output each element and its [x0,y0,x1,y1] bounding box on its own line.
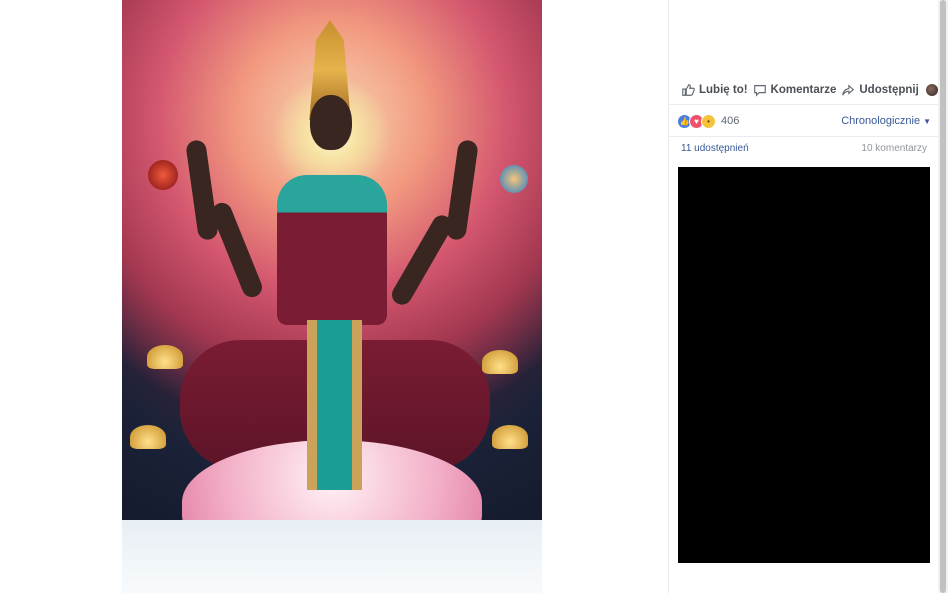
comment-label: Komentarze [770,84,837,96]
scrollbar[interactable] [938,0,948,593]
thumbs-up-icon [681,83,695,97]
arm [208,199,266,301]
reactions-row: 👍 ♥ • 406 Chronologicznie ▼ [677,111,931,131]
comment-sort-dropdown[interactable]: Chronologicznie ▼ [841,115,931,127]
stats-row: 11 udostępnień 10 komentarzy [681,143,927,157]
photo-viewer [0,0,668,593]
head [310,95,352,150]
share-label: Udostępnij [859,84,919,96]
orb-left [148,160,178,190]
shares-link[interactable]: 11 udostępnień [681,143,749,157]
avatar [925,84,938,96]
like-label: Lubię to! [699,84,748,96]
comment-button[interactable]: Komentarze [753,83,837,97]
comment-icon [753,83,767,97]
arm [388,211,456,309]
golden-lotus [147,345,183,369]
arm [185,139,219,241]
chevron-down-icon: ▼ [923,116,931,126]
share-icon [841,83,855,97]
action-bar: Lubię to! Komentarze Udostępnij ▼ [681,78,948,102]
floor [122,520,542,593]
post-photo[interactable] [122,0,542,593]
sort-label: Chronologicznie [841,115,921,127]
torso [277,175,387,325]
golden-lotus [492,425,528,449]
comments-panel [678,167,930,563]
wow-icon[interactable]: • [701,113,716,129]
comments-link[interactable]: 10 komentarzy [861,143,927,157]
sash [307,320,362,490]
share-button[interactable]: Udostępnij [841,83,919,97]
reaction-count[interactable]: 406 [721,115,739,127]
golden-lotus [482,350,518,374]
divider [669,104,939,105]
divider [669,136,939,137]
scrollbar-thumb[interactable] [940,0,946,593]
post-sidebar: Lubię to! Komentarze Udostępnij ▼ 👍 ♥ • … [668,0,948,593]
golden-lotus [130,425,166,449]
orb-right [500,165,528,193]
like-button[interactable]: Lubię to! [681,83,748,97]
